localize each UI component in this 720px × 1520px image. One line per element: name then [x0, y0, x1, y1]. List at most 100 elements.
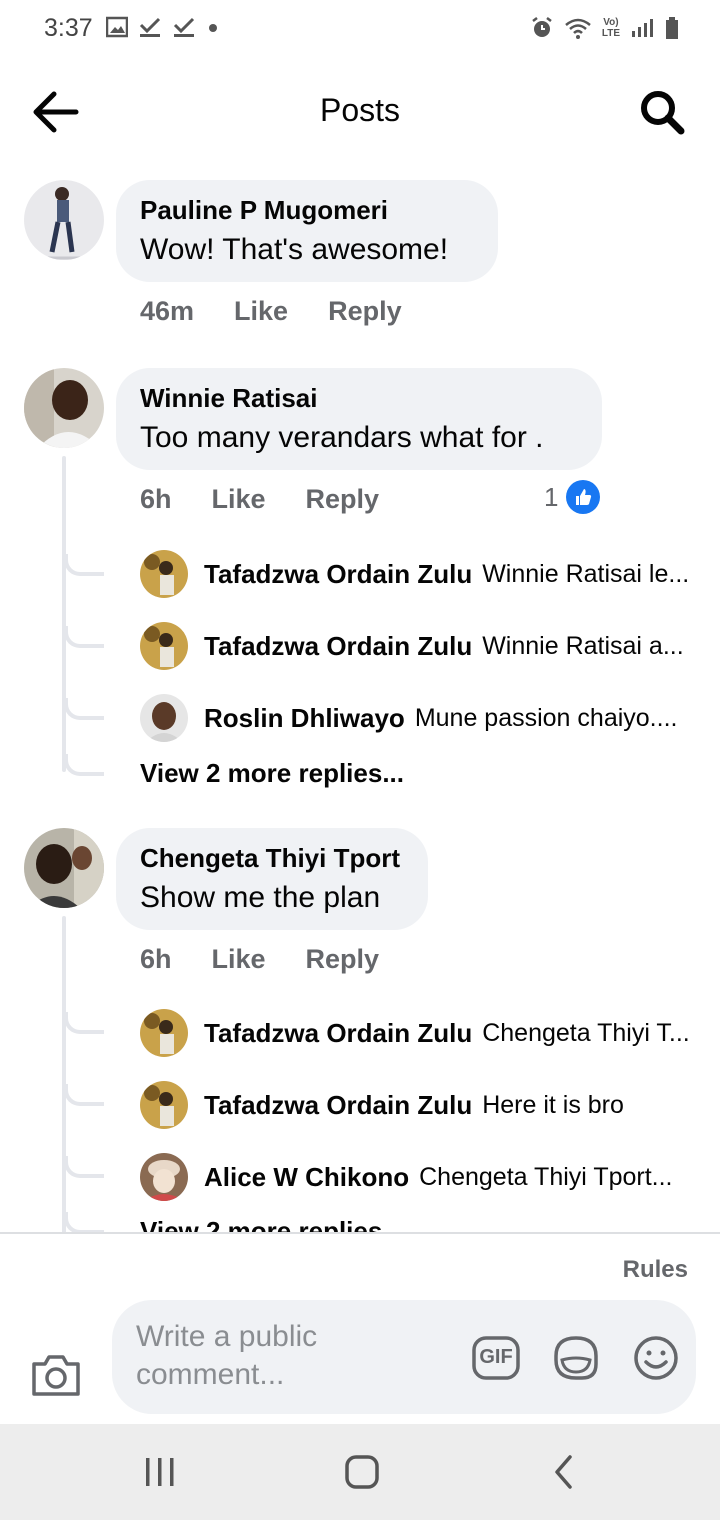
camera-button[interactable] [30, 1352, 82, 1398]
signal-icon [632, 19, 653, 37]
sticker-icon [554, 1336, 598, 1380]
reply-text: Winnie Ratisai le... [482, 559, 690, 588]
reply-item[interactable]: Tafadzwa Ordain Zulu Winnie Ratisai le..… [140, 549, 700, 599]
reaction-count: 1 [544, 481, 559, 512]
volte-bottom-label: LTE [601, 28, 620, 39]
comment-actions: 6h Like Reply [140, 484, 419, 515]
reply-author[interactable]: Tafadzwa Ordain Zulu [204, 1090, 472, 1121]
reply-text: Here it is bro [482, 1090, 624, 1119]
reply-item[interactable]: Roslin Dhliwayo Mune passion chaiyo.... [140, 693, 700, 743]
avatar[interactable] [140, 694, 188, 742]
comment-input-placeholder: Write a public comment... [136, 1320, 318, 1391]
avatar[interactable] [140, 1153, 188, 1201]
avatar[interactable] [24, 828, 104, 908]
gif-button[interactable]: GIF [472, 1334, 520, 1382]
reply-item[interactable]: Tafadzwa Ordain Zulu Chengeta Thiyi T... [140, 1008, 700, 1058]
comment-text: Show me the plan [140, 881, 381, 914]
back-nav-button[interactable] [552, 1454, 576, 1490]
comment-author[interactable]: Chengeta Thiyi Tport [140, 842, 404, 874]
thread-branch [64, 626, 104, 648]
reaction-summary[interactable]: 1 [544, 480, 601, 514]
thread-branch [64, 1084, 104, 1106]
emoji-button[interactable] [632, 1334, 680, 1382]
like-button[interactable]: Like [212, 944, 266, 975]
avatar-photo [140, 1153, 188, 1201]
avatar-photo [140, 694, 188, 742]
comment-time[interactable]: 46m [140, 296, 194, 327]
back-icon [555, 1455, 572, 1489]
comment-author[interactable]: Winnie Ratisai [140, 382, 578, 414]
avatar[interactable] [140, 550, 188, 598]
avatar[interactable] [140, 1009, 188, 1057]
status-left-icons [106, 16, 220, 38]
view-more-replies-link[interactable]: View 2 more replies... [140, 758, 404, 789]
reply-author[interactable]: Tafadzwa Ordain Zulu [204, 1018, 472, 1049]
avatar-photo [140, 1009, 188, 1057]
reply-author[interactable]: Alice W Chikono [204, 1162, 409, 1193]
reply-text: Chengeta Thiyi T... [482, 1018, 690, 1047]
like-button[interactable]: Like [212, 484, 266, 515]
image-icon [106, 16, 128, 38]
avatar-photo [24, 828, 104, 908]
thread-branch [64, 1012, 104, 1034]
home-icon [345, 1455, 379, 1489]
avatar-photo [24, 368, 104, 448]
view-more-replies-link[interactable]: View 2 more replies... [140, 1216, 404, 1232]
dot-icon [209, 24, 217, 32]
recent-apps-icon [146, 1458, 174, 1486]
rules-link[interactable]: Rules [623, 1256, 688, 1284]
reply-author[interactable]: Tafadzwa Ordain Zulu [204, 559, 472, 590]
avatar[interactable] [140, 1081, 188, 1129]
top-app-bar: Posts [0, 62, 720, 162]
thread-branch [64, 698, 104, 720]
avatar[interactable] [140, 622, 188, 670]
reply-text: Chengeta Thiyi Tport... [419, 1162, 673, 1191]
comment-actions: 6h Like Reply [140, 944, 419, 975]
emoji-icon [634, 1336, 678, 1380]
reply-item[interactable]: Tafadzwa Ordain Zulu Here it is bro [140, 1080, 700, 1130]
reply-item[interactable]: Alice W Chikono Chengeta Thiyi Tport... [140, 1152, 700, 1202]
reply-text: Mune passion chaiyo.... [414, 703, 678, 732]
gif-label: GIF [479, 1346, 513, 1368]
thread-branch [64, 1156, 104, 1178]
reply-button[interactable]: Reply [306, 944, 380, 975]
reply-author[interactable]: Roslin Dhliwayo [204, 703, 405, 734]
page-title: Posts [319, 92, 401, 128]
comment-bubble[interactable]: Pauline P Mugomeri Wow! That's awesome! [116, 180, 498, 282]
reply-button[interactable]: Reply [306, 484, 380, 515]
comment-actions: 46m Like Reply [140, 296, 442, 327]
status-time: 3:37 [44, 14, 93, 42]
comment-text: Wow! That's awesome! [140, 233, 449, 266]
system-nav-bar [0, 1424, 720, 1520]
avatar[interactable] [24, 368, 104, 448]
search-button[interactable] [638, 88, 686, 136]
status-bar: 3:37 Vo) LTE [0, 0, 720, 60]
reply-author[interactable]: Tafadzwa Ordain Zulu [204, 631, 472, 662]
avatar-photo [140, 550, 188, 598]
home-button[interactable] [344, 1454, 380, 1490]
comment-time[interactable]: 6h [140, 484, 172, 515]
comment-input[interactable]: Write a public comment... GIF [112, 1300, 696, 1414]
thread-branch [64, 754, 104, 776]
sticker-button[interactable] [552, 1334, 600, 1382]
thread-branch [64, 1212, 104, 1232]
comment-author[interactable]: Pauline P Mugomeri [140, 194, 474, 226]
comment-bubble[interactable]: Winnie Ratisai Too many verandars what f… [116, 368, 602, 470]
comment-time[interactable]: 6h [140, 944, 172, 975]
like-button[interactable]: Like [234, 296, 288, 327]
avatar[interactable] [24, 180, 104, 260]
reply-button[interactable]: Reply [328, 296, 402, 327]
reply-text: Winnie Ratisai a... [482, 631, 684, 660]
avatar-photo [24, 180, 104, 260]
camera-icon [32, 1355, 80, 1396]
reply-item[interactable]: Tafadzwa Ordain Zulu Winnie Ratisai a... [140, 621, 700, 671]
check-icon [139, 17, 161, 37]
comment-bubble[interactable]: Chengeta Thiyi Tport Show me the plan [116, 828, 428, 930]
avatar-photo [140, 1081, 188, 1129]
avatar-photo [140, 622, 188, 670]
comments-feed[interactable]: Pauline P Mugomeri Wow! That's awesome! … [0, 160, 720, 1232]
volte-top-label: Vo) [603, 17, 619, 28]
recent-apps-button[interactable] [142, 1456, 178, 1488]
thread-branch [64, 554, 104, 576]
search-icon [641, 91, 685, 135]
